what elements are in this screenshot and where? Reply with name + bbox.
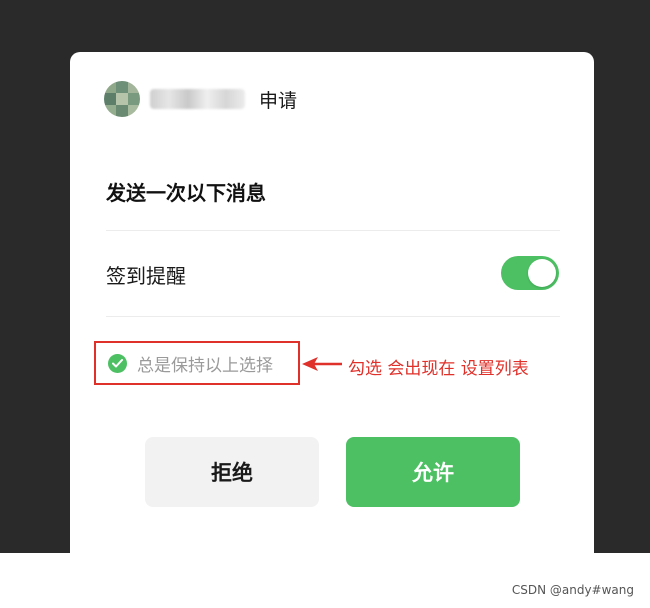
reject-button[interactable]: 拒绝 (145, 437, 319, 507)
arrow-left-icon (302, 357, 342, 371)
toggle-knob (528, 259, 556, 287)
subscription-item-label: 签到提醒 (106, 264, 186, 288)
divider (106, 230, 560, 231)
keep-choice-checkbox[interactable]: 总是保持以上选择 (94, 341, 300, 385)
request-label: 申请 (259, 89, 298, 112)
check-icon (108, 353, 127, 373)
dialog-title: 发送一次以下消息 (106, 181, 266, 205)
keep-choice-label: 总是保持以上选择 (137, 355, 273, 376)
permission-dialog: 申请 发送一次以下消息 签到提醒 总是保持以上选择 勾选 会出现在 设置列表 拒… (70, 52, 594, 553)
divider (106, 316, 560, 317)
annotation-text: 勾选 会出现在 设置列表 (348, 359, 529, 379)
allow-button[interactable]: 允许 (346, 437, 520, 507)
app-avatar (104, 81, 140, 117)
subscription-toggle[interactable] (501, 256, 559, 290)
blurred-app-name (150, 89, 245, 109)
dialog-header: 申请 (104, 81, 297, 117)
watermark: CSDN @andy#wang (511, 583, 634, 597)
